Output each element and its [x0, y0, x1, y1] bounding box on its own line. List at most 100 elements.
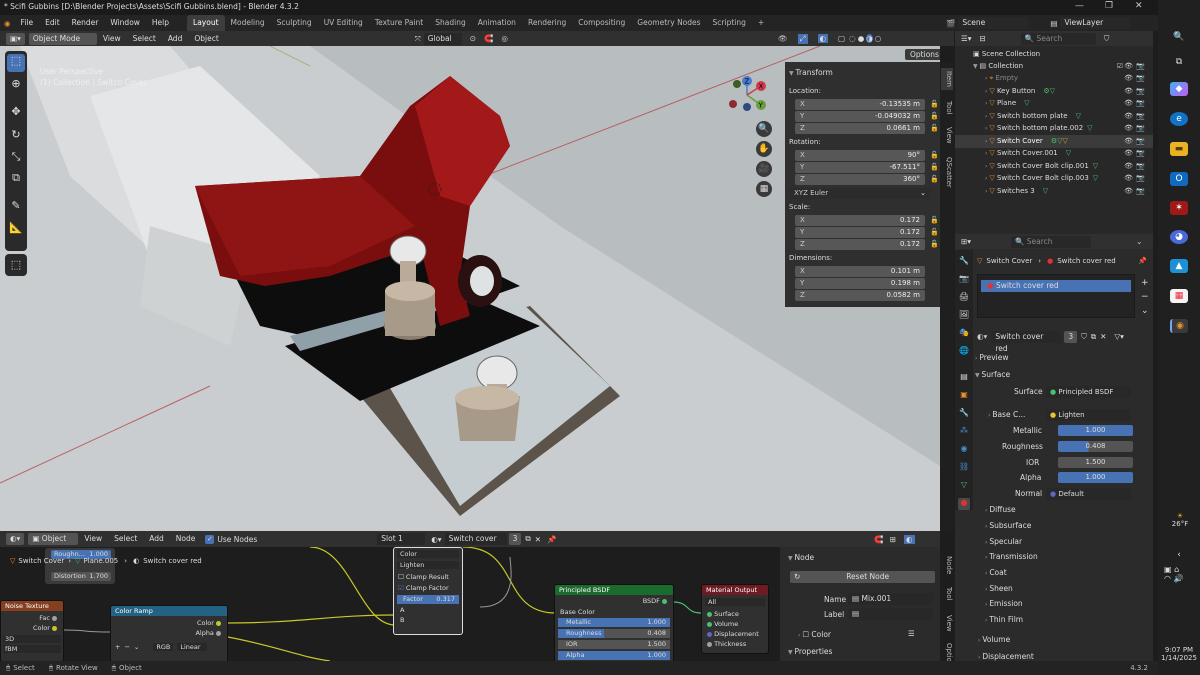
noise-type-select[interactable]: fBM [3, 645, 61, 653]
properties-search[interactable]: 🔍 Search [1011, 235, 1092, 248]
transform-tool-icon[interactable]: ⧉ [7, 171, 25, 189]
search-icon[interactable]: 🔍 [1170, 30, 1188, 44]
reset-node-button[interactable]: ↻ Reset Node [790, 571, 935, 583]
rotate-tool-icon[interactable]: ↻ [7, 128, 25, 146]
chevron-left-icon[interactable]: ‹ [1170, 548, 1188, 562]
pin-icon[interactable]: 📌 [547, 535, 556, 544]
clamp-result-checkbox[interactable]: ☐ Clamp Result [394, 573, 462, 581]
tab-sculpting[interactable]: Sculpting [271, 15, 318, 31]
object-tab-icon[interactable]: ▣ [958, 390, 970, 402]
section-transmission[interactable]: › Transmission [985, 550, 1155, 563]
material-name-field[interactable]: Switch cover red [991, 330, 1062, 353]
section-sheen[interactable]: › Sheen [985, 582, 1155, 595]
unlink-icon[interactable]: ✕ [1100, 332, 1106, 341]
outliner-item-bolt-clip-003[interactable]: › ▽ Switch Cover Bolt clip.003 ▽ 👁 📷 [955, 172, 1153, 185]
lock-icon[interactable]: 🔓 [930, 151, 939, 159]
rotation-y-field[interactable]: Y -67.511° [795, 162, 925, 173]
tab-layout[interactable]: Layout [187, 15, 225, 31]
shading-solid-icon[interactable]: ● [858, 34, 865, 43]
collection-row[interactable]: ▼ ▤ Collection ☑ 👁 📷 [955, 60, 1153, 73]
scale-tool-icon[interactable]: ⤡ [7, 150, 25, 168]
unlink-icon[interactable]: ✕ [535, 535, 541, 544]
rotation-x-field[interactable]: X 90° [795, 150, 925, 161]
transform-header[interactable]: ▼ Transform [789, 68, 833, 79]
slot-menu-icon[interactable]: ⌄ [1141, 306, 1149, 316]
section-emission[interactable]: › Emission [985, 597, 1155, 610]
data-tab-icon[interactable]: ▽ [958, 480, 970, 492]
outlook-icon[interactable]: O [1170, 172, 1188, 186]
node-label-field[interactable]: ▤ [848, 608, 933, 620]
node-color-toggle[interactable]: › ☐ Color [798, 630, 831, 639]
particles-tab-icon[interactable]: ⁂ [958, 426, 970, 438]
shading-rendered-icon[interactable]: ○ [875, 34, 882, 43]
outliner-item-switch-bottom-plate-002[interactable]: › ▽ Switch bottom plate.002 ▽ 👁 📷 [955, 122, 1153, 135]
network-icon[interactable]: ⌂ [1174, 565, 1179, 574]
scene-field[interactable]: Scene [958, 17, 1029, 29]
clock[interactable]: 9:07 PM 1/14/2025 [1159, 646, 1199, 662]
mix-factor-field[interactable]: Factor 0.317 [397, 595, 459, 604]
material-slot-item[interactable]: ● Switch cover red [981, 280, 1131, 292]
roughness-slider[interactable]: 0.408 [1058, 441, 1133, 452]
tab-uv-editing[interactable]: UV Editing [318, 15, 369, 31]
blender-taskbar-icon[interactable]: ◉ [1170, 319, 1188, 333]
lock-icon[interactable]: 🔓 [930, 216, 939, 224]
move-tool-icon[interactable]: ✥ [7, 105, 25, 123]
use-nodes-checkbox[interactable]: ✓ [205, 534, 215, 544]
material-browse-icon[interactable]: ◐▾ [977, 332, 987, 341]
material-browse-icon[interactable]: ◐▾ [431, 535, 441, 544]
rotation-mode-select[interactable]: XYZ Euler ⌄ [789, 188, 931, 199]
annotate-tool-icon[interactable]: ✎ [7, 199, 25, 217]
noise-texture-node[interactable]: Noise Texture Fac Color 3D fBM [0, 600, 64, 661]
snap-icon[interactable]: 🧲 [484, 34, 493, 43]
metallic-slider[interactable]: 1.000 [1058, 425, 1133, 436]
section-specular[interactable]: › Specular [985, 535, 1155, 548]
bsdf-alpha-field[interactable]: Alpha 1.000 [558, 651, 670, 660]
store-icon[interactable]: ▦ [1170, 289, 1188, 303]
tab-node-view[interactable]: View [941, 612, 953, 634]
add-stop-icon[interactable]: + [115, 643, 120, 651]
tab-animation[interactable]: Animation [472, 15, 522, 31]
node-name-field[interactable]: ▤ Mix.001 [848, 593, 933, 605]
overlay-icon[interactable]: ◐ [904, 534, 915, 544]
add-slot-icon[interactable]: + [1141, 278, 1149, 288]
scale-z-field[interactable]: Z 0.172 [795, 239, 925, 250]
section-thin-film[interactable]: › Thin Film [985, 613, 1155, 626]
location-x-field[interactable]: X -0.13535 m [795, 99, 925, 110]
outliner-item-bolt-clip-001[interactable]: › ▽ Switch Cover Bolt clip.001 ▽ 👁 📷 [955, 160, 1153, 173]
collection-tab-icon[interactable]: ▤ [958, 372, 970, 384]
maximize-icon[interactable]: ❐ [1105, 1, 1113, 11]
pin-icon[interactable]: 📌 [1138, 257, 1147, 265]
app-icon[interactable]: ✶ [1170, 201, 1188, 215]
outliner-item-key-button[interactable]: › ▽ Key Button ⚙▽ 👁 📷 [955, 85, 1153, 98]
add-cube-tool-icon[interactable]: ⬚ [5, 254, 27, 276]
output-tab-icon[interactable]: 🖨 [958, 292, 970, 304]
base-color-link[interactable]: ● Lighten [1046, 409, 1131, 421]
gizmo-icon[interactable]: ⤢ [797, 33, 808, 44]
modifier-tab-icon[interactable]: 🔧 [958, 408, 970, 420]
add-workspace-icon[interactable]: + [752, 15, 770, 31]
shader-type-select[interactable]: ▣ Object [28, 533, 79, 545]
material-slot-list[interactable]: ● Switch cover red [977, 274, 1135, 318]
lock-icon[interactable]: 🔓 [930, 228, 939, 236]
tab-tool[interactable]: Tool [941, 98, 953, 118]
remove-stop-icon[interactable]: − [124, 643, 129, 651]
ramp-interp-select[interactable]: Linear [177, 643, 208, 651]
proportional-edit-icon[interactable]: ◎ [501, 34, 508, 43]
lock-icon[interactable]: 🔓 [930, 163, 939, 171]
vp-menu-view[interactable]: View [97, 31, 127, 47]
blender-logo-icon[interactable]: ◉ [0, 19, 15, 28]
outliner-item-switch-cover-001[interactable]: › ▽ Switch Cover.001 ▽ 👁 📷 [955, 147, 1153, 160]
weather-widget[interactable]: ☀ 26°F [1165, 512, 1195, 528]
tab-shading[interactable]: Shading [429, 15, 471, 31]
pan-hand-icon[interactable]: ✋ [756, 141, 772, 157]
ramp-mode-select[interactable]: RGB [153, 643, 174, 651]
node-menu-select[interactable]: Select [108, 531, 143, 547]
scale-x-field[interactable]: X 0.172 [795, 215, 925, 226]
object-mode-select[interactable]: Object Mode [28, 32, 97, 45]
pivot-icon[interactable]: ⊙ [470, 34, 476, 43]
outliner-item-empty[interactable]: › ⌖ Empty 👁 📷 [955, 72, 1153, 85]
section-coat[interactable]: › Coat [985, 566, 1155, 579]
zoom-icon[interactable]: 🔍 [756, 121, 772, 137]
tab-node-tool[interactable]: Tool [941, 584, 953, 604]
alpha-slider[interactable]: 1.000 [1058, 472, 1133, 483]
